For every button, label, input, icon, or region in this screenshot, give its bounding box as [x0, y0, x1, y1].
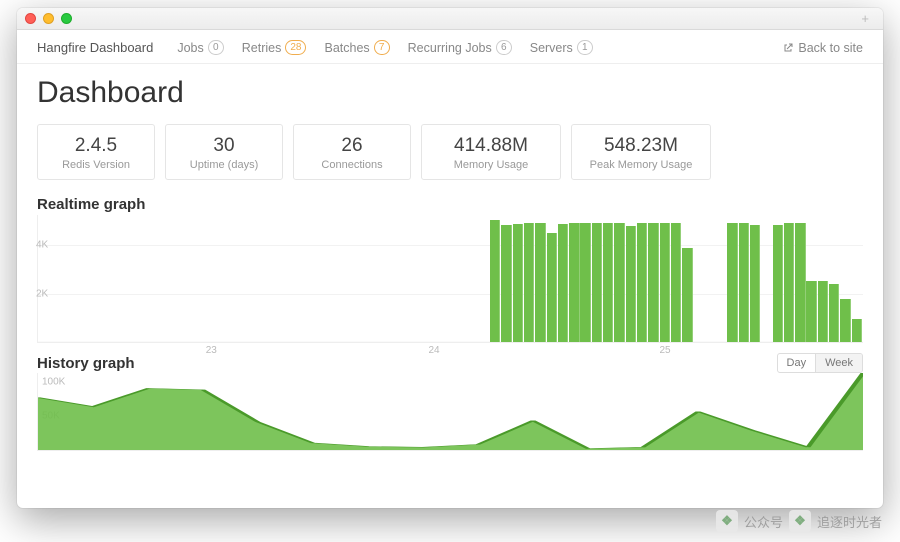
- toggle-week[interactable]: Week: [815, 354, 862, 372]
- badge-recurring: 6: [496, 40, 512, 55]
- nav-retries-label: Retries: [242, 41, 282, 55]
- nav-jobs-label: Jobs: [177, 41, 203, 55]
- history-range-toggle: Day Week: [777, 353, 863, 373]
- stats-cards: 2.4.5Redis Version 30Uptime (days) 26Con…: [37, 124, 863, 180]
- close-icon[interactable]: [25, 13, 36, 24]
- back-to-site-link[interactable]: Back to site: [782, 41, 863, 55]
- nav-batches[interactable]: Batches 7: [324, 40, 389, 55]
- nav-servers[interactable]: Servers 1: [530, 40, 593, 55]
- nav-servers-label: Servers: [530, 41, 573, 55]
- wechat-icon: ❖: [716, 510, 738, 532]
- nav-jobs[interactable]: Jobs 0: [177, 40, 223, 55]
- rt-xtick-23: 23: [206, 345, 217, 356]
- nav-recurring[interactable]: Recurring Jobs 6: [408, 40, 512, 55]
- share-icon: [782, 42, 794, 54]
- nav-recurring-label: Recurring Jobs: [408, 41, 492, 55]
- rt-xtick-24: 24: [428, 345, 439, 356]
- card-peak-memory: 548.23MPeak Memory Usage: [571, 124, 711, 180]
- window-titlebar: +: [17, 8, 883, 30]
- card-uptime: 30Uptime (days): [165, 124, 283, 180]
- new-tab-button[interactable]: +: [855, 11, 875, 26]
- card-connections: 26Connections: [293, 124, 411, 180]
- card-memory: 414.88MMemory Usage: [421, 124, 561, 180]
- history-title: History graph: [37, 355, 135, 372]
- page-title: Dashboard: [37, 76, 863, 110]
- top-nav: Hangfire Dashboard Jobs 0 Retries28 Batch…: [17, 30, 883, 64]
- wechat-icon: ❖: [789, 510, 811, 532]
- toggle-day[interactable]: Day: [778, 354, 816, 372]
- brand: Hangfire Dashboard: [37, 40, 153, 55]
- realtime-chart: 4K 2K 23 24 25: [37, 215, 863, 343]
- nav-retries[interactable]: Retries28: [242, 40, 307, 55]
- back-label: Back to site: [798, 41, 863, 55]
- badge-batches: 7: [374, 40, 390, 55]
- zoom-icon[interactable]: [61, 13, 72, 24]
- realtime-title: Realtime graph: [37, 196, 863, 213]
- badge-retries: 28: [285, 40, 306, 55]
- rt-xtick-25: 25: [659, 345, 670, 356]
- minimize-icon[interactable]: [43, 13, 54, 24]
- badge-servers: 1: [577, 40, 593, 55]
- watermark: ❖ 公众号 ❖ 追逐时光者: [716, 510, 882, 532]
- nav-batches-label: Batches: [324, 41, 369, 55]
- card-redis-version: 2.4.5Redis Version: [37, 124, 155, 180]
- badge-jobs: 0: [208, 40, 224, 55]
- history-chart: 100K 50K: [37, 373, 863, 451]
